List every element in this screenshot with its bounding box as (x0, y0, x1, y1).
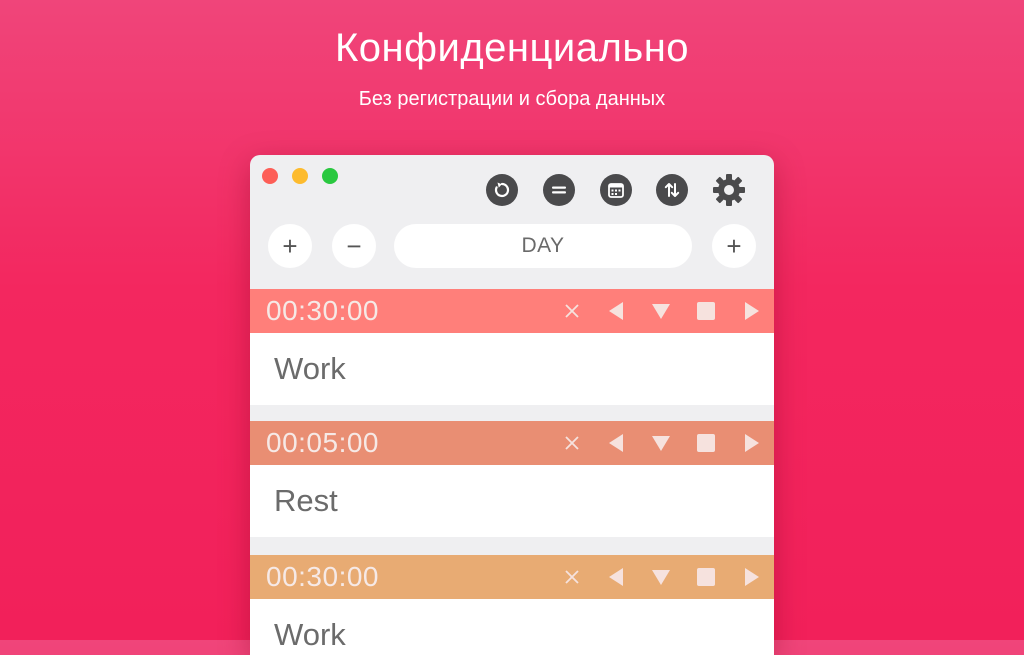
close-icon (565, 570, 579, 584)
promo-subtitle: Без регистрации и сбора данных (358, 88, 666, 110)
app-window: + − DAY + 00:30:00 Work 00:05:00 Rest 00… (250, 155, 774, 655)
timer-name[interactable]: Work (274, 617, 346, 653)
timer-header-2: 00:05:00 (250, 421, 774, 465)
add-period-button[interactable]: + (712, 224, 756, 268)
timer-time[interactable]: 00:30:00 (266, 295, 379, 327)
close-icon (565, 436, 579, 450)
timer-name[interactable]: Work (274, 351, 346, 387)
stop-icon (697, 434, 715, 452)
triangle-down-icon (652, 304, 670, 319)
close-icon (565, 304, 579, 318)
collapse-button[interactable] (646, 421, 676, 465)
delete-timer-button[interactable] (557, 289, 587, 333)
close-window-button[interactable] (262, 168, 278, 184)
equals-icon (552, 186, 566, 194)
play-icon (745, 434, 759, 452)
maximize-window-button[interactable] (322, 168, 338, 184)
stop-icon (697, 302, 715, 320)
timer-name[interactable]: Rest (274, 483, 338, 519)
promo-title: Конфиденциально (334, 26, 690, 70)
sort-button[interactable] (656, 174, 688, 206)
reset-button[interactable] (486, 174, 518, 206)
reset-icon (494, 182, 510, 198)
triangle-left-icon (609, 568, 623, 586)
stop-button[interactable] (691, 289, 721, 333)
calendar-icon (608, 183, 624, 198)
triangle-down-icon (652, 436, 670, 451)
stop-button[interactable] (691, 421, 721, 465)
play-button[interactable] (737, 555, 767, 599)
previous-button[interactable] (601, 289, 631, 333)
timer-body-1: Work (250, 333, 774, 405)
equalize-button[interactable] (543, 174, 575, 206)
period-selector[interactable]: DAY (394, 224, 692, 268)
play-icon (745, 568, 759, 586)
collapse-button[interactable] (646, 555, 676, 599)
play-button[interactable] (737, 289, 767, 333)
timer-header-1: 00:30:00 (250, 289, 774, 333)
stop-icon (697, 568, 715, 586)
delete-timer-button[interactable] (557, 421, 587, 465)
previous-button[interactable] (601, 421, 631, 465)
stop-button[interactable] (691, 555, 721, 599)
triangle-left-icon (609, 302, 623, 320)
timer-body-2: Rest (250, 465, 774, 537)
timer-header-3: 00:30:00 (250, 555, 774, 599)
timer-time[interactable]: 00:30:00 (266, 561, 379, 593)
delete-timer-button[interactable] (557, 555, 587, 599)
sort-arrows-icon (664, 183, 680, 197)
previous-button[interactable] (601, 555, 631, 599)
triangle-left-icon (609, 434, 623, 452)
add-timer-button[interactable]: + (268, 224, 312, 268)
triangle-down-icon (652, 570, 670, 585)
settings-button[interactable] (711, 172, 747, 208)
calendar-button[interactable] (600, 174, 632, 206)
play-button[interactable] (737, 421, 767, 465)
collapse-button[interactable] (646, 289, 676, 333)
minimize-window-button[interactable] (292, 168, 308, 184)
gear-icon (713, 174, 745, 206)
timer-body-3: Work (250, 599, 774, 655)
play-icon (745, 302, 759, 320)
remove-timer-button[interactable]: − (332, 224, 376, 268)
timer-time[interactable]: 00:05:00 (266, 427, 379, 459)
